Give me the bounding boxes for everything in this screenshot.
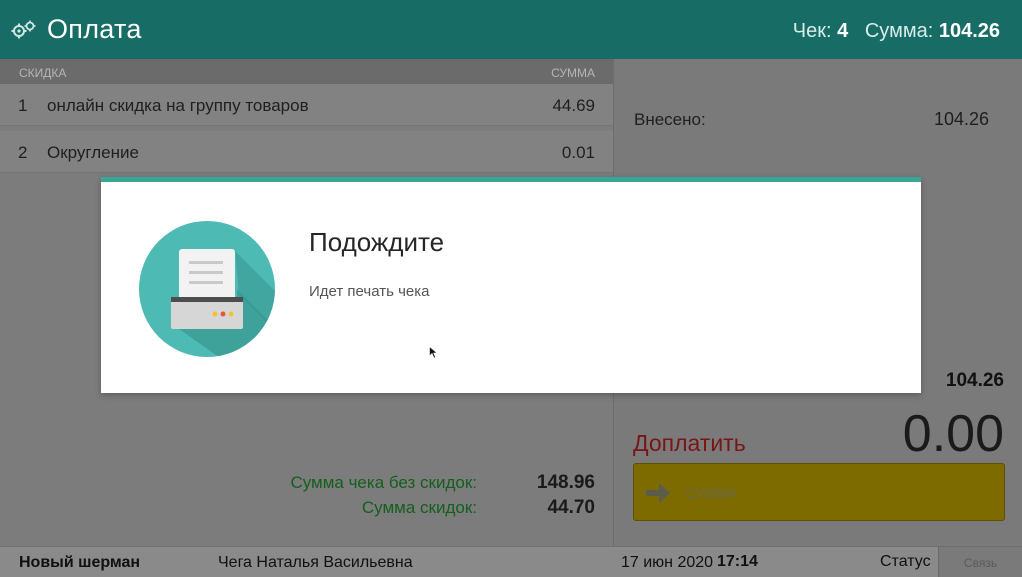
date: 17 июн 2020	[621, 554, 714, 571]
table-row[interactable]: 1 онлайн скидка на группу товаров 44.69	[0, 84, 613, 126]
subtotal-value: 104.26	[945, 370, 1004, 391]
paid-label: Внесено:	[634, 110, 706, 129]
row-name: Округление	[47, 143, 139, 162]
sum-button[interactable]: СУММА	[633, 463, 1005, 521]
table-row[interactable]: 2 Округление 0.01	[0, 131, 613, 173]
due-label: Доплатить	[633, 430, 746, 456]
header-bar: Оплата Чек: 4 Сумма: 104.26	[0, 0, 1022, 59]
column-sum: СУММА	[551, 66, 595, 80]
row-name: онлайн скидка на группу товаров	[47, 96, 309, 115]
dialog-title: Подождите	[309, 227, 445, 257]
receipt-number: 4	[837, 20, 849, 42]
page-title: Оплата	[47, 14, 142, 44]
dialog-message: Идет печать чека	[309, 283, 430, 300]
connection-button[interactable]: Связь	[938, 547, 1022, 577]
printer-icon	[139, 221, 275, 357]
sum-button-label: СУММА	[686, 485, 738, 501]
shop-name: Новый шерман	[19, 554, 141, 571]
status-bar: Новый шерман Чега Наталья Васильевна 17 …	[0, 546, 1022, 577]
row-number: 1	[18, 96, 28, 115]
row-number: 2	[18, 143, 28, 162]
due-value: 0.00	[902, 405, 1004, 463]
receipt-label: Чек:	[792, 20, 832, 42]
row-value: 0.01	[561, 143, 595, 162]
paid-value: 104.26	[933, 109, 989, 129]
mouse-cursor-icon	[429, 346, 438, 359]
total-discount-label: Сумма скидок:	[361, 498, 477, 517]
total-discount-value: 44.70	[547, 497, 595, 518]
discounts-table-header: СКИДКА СУММА	[0, 59, 613, 84]
row-value: 44.69	[552, 96, 595, 115]
receipt-summary: Чек: 4 Сумма: 104.26	[793, 20, 1000, 43]
status-button[interactable]: Статус	[880, 553, 931, 571]
total-no-discount-label: Сумма чека без скидок:	[290, 473, 477, 492]
arrow-right-icon	[646, 483, 670, 503]
cashier-name: Чега Наталья Васильевна	[218, 554, 413, 571]
sum-label: Сумма:	[864, 20, 934, 42]
wait-dialog: Подождите Идет печать чека	[101, 177, 921, 393]
sum-value: 104.26	[938, 20, 1000, 42]
column-discount: СКИДКА	[19, 66, 67, 80]
gears-icon[interactable]	[11, 18, 37, 42]
total-no-discount-value: 148.96	[536, 472, 595, 493]
time: 17:14	[717, 553, 758, 570]
